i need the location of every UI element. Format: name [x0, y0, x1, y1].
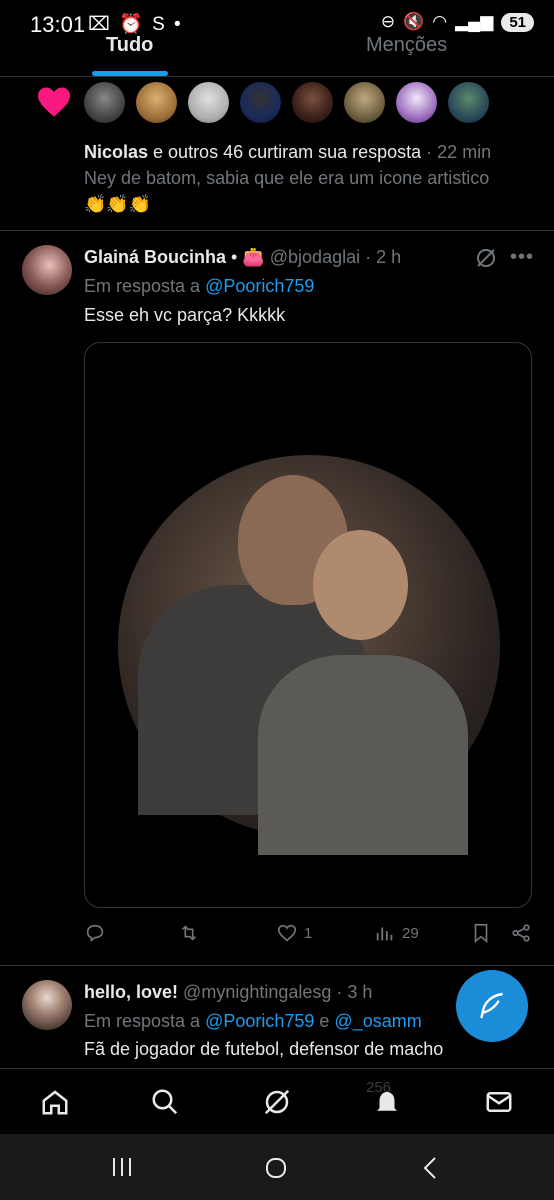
- notification-tabs: Tudo Menções: [0, 34, 554, 77]
- reply-prefix: Em resposta a: [84, 276, 206, 296]
- wifi-icon: ◠: [432, 12, 448, 31]
- views-button[interactable]: 29: [374, 922, 419, 944]
- tweet-actions: 1 29: [84, 922, 534, 950]
- search-icon[interactable]: [150, 1087, 180, 1117]
- reply-joiner: e: [314, 1011, 335, 1031]
- grok-icon[interactable]: [262, 1087, 292, 1117]
- divider: [0, 965, 554, 966]
- tab-mentions[interactable]: Menções: [366, 34, 447, 57]
- bookmark-icon: [474, 923, 488, 944]
- notification-text[interactable]: Nicolas e outros 46 curtiram sua respost…: [84, 139, 534, 217]
- like-icon: [277, 924, 297, 942]
- repost-icon: [181, 925, 197, 941]
- tweet-time: · 3 h: [331, 982, 373, 1002]
- reply-mention[interactable]: @Poorich759: [205, 276, 314, 296]
- views-icon: [376, 927, 393, 941]
- reply-mention[interactable]: @_osamm: [334, 1011, 421, 1031]
- liker-avatars: [84, 82, 489, 123]
- avatar[interactable]: [448, 82, 489, 123]
- share-button[interactable]: [510, 922, 532, 944]
- more-options-icon[interactable]: •••: [510, 246, 534, 269]
- photo-person-2: [258, 655, 468, 855]
- author-badge: • 👛: [226, 247, 265, 267]
- avatar[interactable]: [188, 82, 229, 123]
- reply-mention[interactable]: @Poorich759: [205, 1011, 314, 1031]
- bottom-navigation: 256: [0, 1068, 554, 1131]
- back-icon[interactable]: [420, 1156, 442, 1180]
- notification-actor[interactable]: Nicolas: [84, 142, 148, 162]
- battery-badge: 51: [501, 12, 534, 32]
- reply-button[interactable]: [84, 922, 106, 944]
- avatar[interactable]: [292, 82, 333, 123]
- compose-button[interactable]: [456, 970, 528, 1042]
- signal-icon: ▂▄▆: [455, 12, 494, 31]
- author-name[interactable]: Glainá Boucinha: [84, 247, 226, 267]
- photo-face-2: [313, 530, 408, 640]
- avatar[interactable]: [344, 82, 385, 123]
- divider: [0, 230, 554, 231]
- tweet-text: Esse eh vc parça? Kkkkk: [84, 305, 286, 325]
- recents-icon[interactable]: [110, 1156, 134, 1178]
- feather-icon: [480, 992, 503, 1019]
- tweet-author-avatar[interactable]: [22, 980, 72, 1030]
- tweet-time: · 2 h: [360, 247, 402, 267]
- mute-icon: 🔇: [403, 12, 425, 31]
- like-button[interactable]: 1: [276, 922, 312, 944]
- avatar[interactable]: [84, 82, 125, 123]
- notifications-icon[interactable]: [372, 1087, 402, 1117]
- home-circle-icon[interactable]: [264, 1156, 288, 1180]
- status-left-icons: ⌧ ⏰ S •: [88, 14, 183, 35]
- notification-emojis: 👏👏👏: [84, 194, 152, 214]
- like-count: 1: [304, 924, 313, 942]
- notification-preview: Ney de batom, sabia que ele era um icone…: [84, 168, 490, 188]
- tab-indicator: [92, 71, 168, 76]
- share-icon: [512, 924, 530, 942]
- system-navigation: [0, 1134, 554, 1200]
- home-icon[interactable]: [40, 1087, 70, 1117]
- tweet-header: hello, love! @mynightingalesg · 3 h: [84, 982, 372, 1003]
- reply-prefix: Em resposta a: [84, 1011, 206, 1031]
- avatar[interactable]: [396, 82, 437, 123]
- tweet-author-avatar[interactable]: [22, 245, 72, 295]
- tweet-media[interactable]: [84, 342, 532, 908]
- notification-summary: e outros 46 curtiram sua resposta: [148, 142, 422, 162]
- avatar[interactable]: [240, 82, 281, 123]
- views-count: 29: [402, 924, 419, 942]
- heart-icon: [38, 87, 70, 117]
- bookmark-button[interactable]: [470, 922, 492, 944]
- media-photo: [118, 455, 500, 855]
- reply-context: Em resposta a @Poorich759 e @_osamm: [84, 1011, 422, 1032]
- notification-time: · 22 min: [421, 142, 492, 162]
- dnd-icon: ⊖: [380, 12, 396, 31]
- reply-context: Em resposta a @Poorich759: [84, 276, 314, 297]
- tweet-header: Glainá Boucinha • 👛 @bjodaglai · 2 h: [84, 247, 401, 268]
- tweet-text: Fã de jogador de futebol, defensor de ma…: [84, 1039, 444, 1059]
- reply-icon: [86, 924, 104, 942]
- grok-icon[interactable]: [474, 246, 498, 270]
- messages-icon[interactable]: [484, 1087, 514, 1117]
- status-right-icons: ⊖ 🔇 ◠ ▂▄▆ 51: [381, 12, 534, 32]
- tab-all[interactable]: Tudo: [106, 34, 153, 57]
- author-name[interactable]: hello, love!: [84, 982, 178, 1002]
- repost-button[interactable]: [178, 922, 200, 944]
- author-handle[interactable]: @mynightingalesg: [183, 982, 331, 1002]
- author-handle[interactable]: @bjodaglai: [270, 247, 360, 267]
- avatar[interactable]: [136, 82, 177, 123]
